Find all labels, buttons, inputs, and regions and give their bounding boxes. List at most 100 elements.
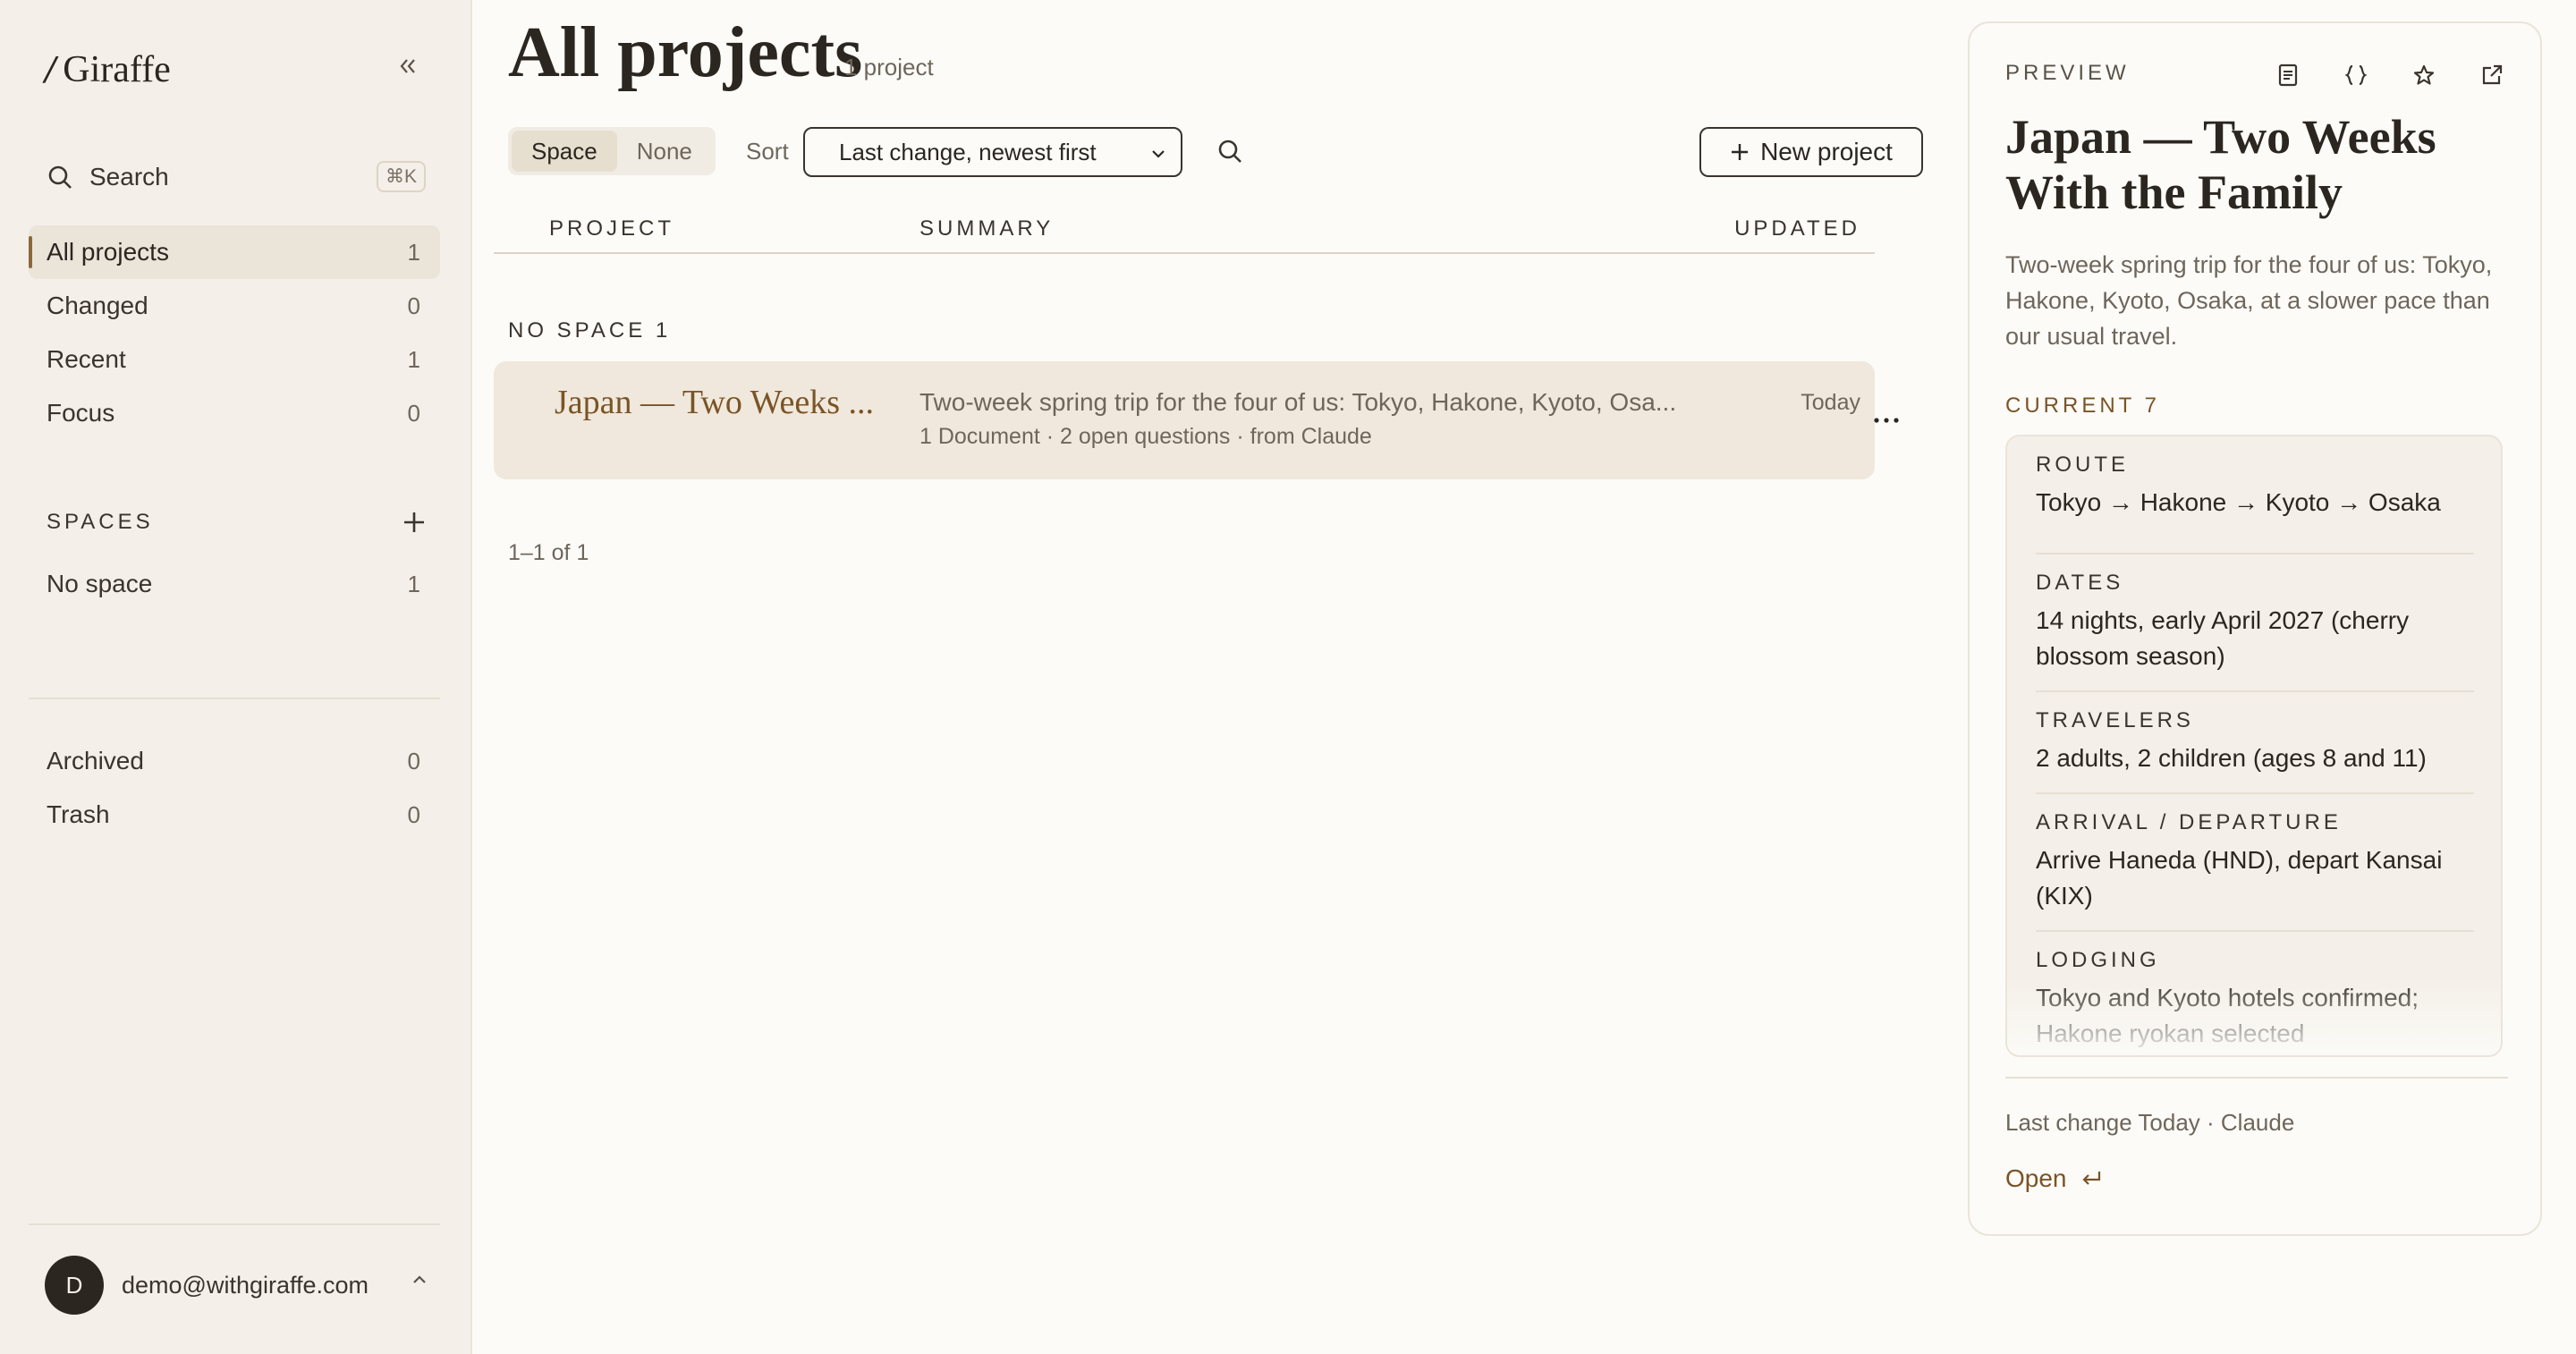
sort-select-value: Last change, newest first (839, 138, 1097, 165)
fact-key: TRAVELERS (2036, 708, 2194, 732)
project-summary: Two-week spring trip for the four of us:… (919, 388, 1677, 416)
fact-value: 2 adults, 2 children (ages 8 and 11) (2036, 744, 2427, 772)
column-project[interactable]: PROJECT (549, 216, 674, 241)
fact-item: ARRIVAL / DEPARTURE Arrive Haneda (HND),… (2036, 794, 2474, 932)
nav-item-count: 0 (407, 800, 420, 828)
sidebar-divider (29, 1223, 440, 1225)
toolbar: Space None Sort Last change, newest firs… (508, 127, 1923, 177)
pagination-status: 1–1 of 1 (508, 540, 589, 565)
double-chevron-left-icon (400, 59, 415, 73)
add-space-icon[interactable] (402, 511, 426, 534)
search-button[interactable]: Search ⌘K (47, 157, 426, 197)
group-by-none-button[interactable]: None (617, 131, 712, 172)
new-project-label: New project (1760, 138, 1893, 165)
nav-item-label: No space (47, 570, 153, 597)
nav-item-no-space[interactable]: No space 1 (29, 557, 440, 611)
nav-item-all-projects[interactable]: All projects 1 (29, 225, 440, 279)
nav-item-focus[interactable]: Focus 0 (29, 386, 440, 440)
page-title: All projects (508, 13, 863, 92)
external-link-icon[interactable] (2478, 61, 2506, 89)
column-updated[interactable]: UPDATED (1734, 216, 1860, 241)
main-content: All projects 1 project Space None Sort L… (472, 0, 1957, 1354)
sort-select[interactable]: Last change, newest first (803, 127, 1182, 177)
nav-item-count: 0 (407, 399, 420, 427)
more-options-icon[interactable] (1873, 415, 1900, 426)
chevron-down-icon (1152, 150, 1165, 158)
nav-item-label: Focus (47, 399, 115, 427)
search-projects-icon[interactable] (1215, 136, 1247, 168)
code-braces-icon[interactable] (2342, 61, 2370, 89)
fact-item: TRAVELERS 2 adults, 2 children (ages 8 a… (2036, 692, 2474, 794)
fact-value: Tokyo and Kyoto hotels confirmed; Hakone… (2036, 984, 2419, 1047)
plus-icon (1732, 144, 1749, 160)
group-header-no-space: NO SPACE 1 (508, 318, 672, 343)
current-facts-list: ROUTE Tokyo → Hakone → Kyoto → Osaka DAT… (2005, 435, 2503, 1057)
account-email: demo@withgiraffe.com (122, 1271, 369, 1299)
fact-item: LODGING Tokyo and Kyoto hotels confirmed… (2036, 932, 2474, 1055)
nav-item-count: 1 (407, 570, 420, 597)
spaces-title: SPACES (47, 510, 154, 534)
current-facts-label: CURRENT 7 (2005, 394, 2160, 418)
giraffe-logo-icon: / (45, 47, 56, 91)
nav-item-recent[interactable]: Recent 1 (29, 333, 440, 386)
fact-value: Arrive Haneda (HND), depart Kansai (KIX) (2036, 846, 2443, 910)
column-summary[interactable]: SUMMARY (919, 216, 1054, 241)
open-project-link[interactable]: Open (2005, 1164, 2103, 1193)
star-icon[interactable] (2410, 61, 2438, 89)
nav-item-trash[interactable]: Trash 0 (29, 788, 440, 842)
search-icon (48, 165, 72, 189)
primary-nav: All projects 1 Changed 0 Recent 1 Focus … (29, 225, 440, 440)
avatar: D (45, 1256, 104, 1315)
brand-name: Giraffe (63, 48, 171, 90)
project-name: Japan — Two Weeks ... (555, 384, 874, 421)
group-by-toggle: Space None (508, 127, 716, 175)
spaces-header: SPACES (47, 510, 426, 535)
nav-item-label: Changed (47, 292, 148, 319)
project-updated: Today (1801, 390, 1860, 415)
sort-label: Sort (746, 138, 789, 165)
fact-key: ROUTE (2036, 453, 2129, 477)
preview-panel: PREVIEW Japan — Two Weeks With the Famil… (1968, 21, 2542, 1236)
chevron-up-icon (413, 1275, 426, 1283)
sidebar: / Giraffe Search ⌘K All projects 1 Chang… (0, 0, 472, 1354)
nav-item-count: 1 (407, 345, 420, 373)
table-row[interactable]: Japan — Two Weeks ... Two-week spring tr… (494, 361, 1875, 479)
nav-item-count: 1 (407, 238, 420, 266)
fact-key: DATES (2036, 571, 2124, 595)
search-label: Search (89, 163, 169, 190)
spaces-nav: No space 1 (29, 557, 440, 611)
nav-item-count: 0 (407, 747, 420, 774)
preview-description: Two-week spring trip for the four of us:… (2005, 251, 2493, 350)
project-count: 1 project (844, 54, 934, 80)
return-arrow-icon (2081, 1172, 2100, 1185)
nav-item-changed[interactable]: Changed 0 (29, 279, 440, 333)
secondary-nav: Archived 0 Trash 0 (29, 734, 440, 842)
nav-item-label: Recent (47, 345, 126, 373)
new-project-button[interactable]: New project (1699, 127, 1923, 177)
fact-key: LODGING (2036, 948, 2160, 972)
group-by-space-button[interactable]: Space (512, 131, 617, 172)
fact-item: DATES 14 nights, early April 2027 (cherr… (2036, 554, 2474, 692)
preview-divider (2005, 1077, 2508, 1079)
brand-logo[interactable]: / Giraffe (45, 47, 171, 92)
sidebar-divider (29, 698, 440, 699)
collapse-sidebar-button[interactable] (392, 50, 424, 82)
fact-value: Tokyo → Hakone → Kyoto → Osaka (2036, 488, 2441, 516)
fact-value: 14 nights, early April 2027 (cherry blos… (2036, 606, 2410, 670)
fact-item: ROUTE Tokyo → Hakone → Kyoto → Osaka (2036, 453, 2474, 554)
project-meta: 1 Document · 2 open questions · from Cla… (919, 424, 1372, 449)
preview-title: Japan — Two Weeks With the Family (2005, 110, 2436, 219)
search-shortcut: ⌘K (376, 161, 426, 192)
last-change-text: Last change Today · Claude (2005, 1109, 2295, 1136)
fact-key: ARRIVAL / DEPARTURE (2036, 810, 2342, 834)
nav-item-label: Archived (47, 747, 144, 774)
preview-actions (2274, 61, 2506, 89)
account-menu[interactable]: D demo@withgiraffe.com (45, 1256, 429, 1315)
table-header: PROJECT SUMMARY UPDATED (494, 211, 1875, 254)
document-icon[interactable] (2274, 61, 2302, 89)
nav-item-archived[interactable]: Archived 0 (29, 734, 440, 788)
preview-label: PREVIEW (2005, 61, 2130, 85)
nav-item-label: Trash (47, 800, 110, 828)
nav-item-count: 0 (407, 292, 420, 319)
nav-item-label: All projects (47, 238, 169, 266)
